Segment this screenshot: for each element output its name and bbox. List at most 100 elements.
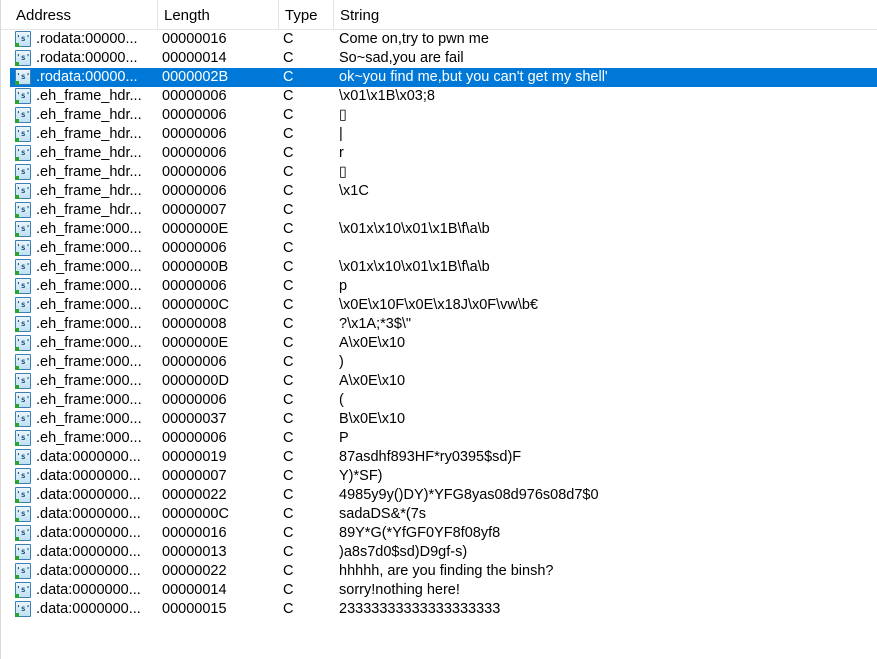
cell-address: .eh_frame_hdr... bbox=[36, 88, 142, 104]
cell-length: 0000000C bbox=[162, 297, 229, 313]
table-row[interactable]: .eh_frame_hdr... 00000006 Cr bbox=[1, 144, 877, 163]
string-literal-icon bbox=[15, 31, 31, 47]
cell-address: .rodata:00000... bbox=[36, 50, 138, 66]
string-literal-icon-glyph bbox=[15, 354, 31, 370]
cell-type: C bbox=[283, 31, 294, 47]
cell-string: 23333333333333333333 bbox=[339, 601, 501, 617]
table-row[interactable]: .eh_frame:000... 00000037 C B\x0E\x10 bbox=[1, 410, 877, 429]
string-literal-icon-glyph bbox=[15, 544, 31, 560]
cell-type: C bbox=[283, 107, 294, 123]
cell-string: \x01\x1B\x03;8 bbox=[339, 88, 435, 104]
cell-type: C bbox=[283, 183, 294, 199]
cell-length: 00000013 bbox=[162, 544, 227, 560]
string-literal-icon bbox=[15, 164, 31, 180]
cell-address: .rodata:00000... bbox=[36, 31, 138, 47]
string-literal-icon-glyph bbox=[15, 107, 31, 123]
string-literal-icon-glyph bbox=[15, 316, 31, 332]
table-row[interactable]: .eh_frame_hdr... 00000006 C | bbox=[1, 125, 877, 144]
cell-address: .eh_frame:000... bbox=[36, 354, 142, 370]
cell-address: .eh_frame:000... bbox=[36, 373, 142, 389]
table-row[interactable]: .data:0000000... 00000016 C 89Y*G(*YfGF0YF8… bbox=[1, 524, 877, 543]
string-literal-icon bbox=[15, 297, 31, 313]
cell-type: C bbox=[283, 411, 294, 427]
table-row[interactable]: .rodata:00000... 00000016 C Come on,try to … bbox=[1, 30, 877, 49]
table-row[interactable]: .eh_frame_hdr... 00000006 C ▯ bbox=[1, 106, 877, 125]
cell-address: .eh_frame:000... bbox=[36, 278, 142, 294]
table-row[interactable]: .eh_frame:000... 0000000E C A\x0E\x10 bbox=[1, 334, 877, 353]
string-literal-icon-glyph bbox=[15, 202, 31, 218]
cell-address: .eh_frame:000... bbox=[36, 392, 142, 408]
cell-length: 00000006 bbox=[162, 88, 227, 104]
cell-type: C bbox=[283, 601, 294, 617]
cell-string: sadaDS&*(7s bbox=[339, 506, 427, 522]
cell-type: C bbox=[283, 88, 294, 104]
string-literal-icon bbox=[15, 50, 31, 66]
cell-string: r bbox=[339, 145, 344, 161]
cell-string: | bbox=[339, 126, 343, 142]
strings-table: Address Length Type String .rodata:00000… bbox=[0, 0, 877, 659]
cell-length: 0000000B bbox=[162, 259, 229, 275]
string-literal-icon-glyph bbox=[15, 240, 31, 256]
string-literal-icon bbox=[15, 126, 31, 142]
column-header-address[interactable]: Address bbox=[10, 0, 158, 30]
cell-address: .eh_frame_hdr... bbox=[36, 183, 142, 199]
table-row[interactable]: .data:0000000... 00000022 C 4985y9y()DY)*YF… bbox=[1, 486, 877, 505]
cell-length: 0000000E bbox=[162, 221, 229, 237]
cell-type: C bbox=[283, 278, 294, 294]
string-literal-icon-glyph bbox=[15, 525, 31, 541]
cell-length: 0000000E bbox=[162, 335, 229, 351]
table-row[interactable]: .rodata:00000... 0000002B Cok~you find me,… bbox=[1, 68, 877, 87]
string-literal-icon-glyph bbox=[15, 297, 31, 313]
string-literal-icon bbox=[15, 88, 31, 104]
table-row[interactable]: .eh_frame:000... 0000000E C \x01x\x10\x01\x… bbox=[1, 220, 877, 239]
table-row[interactable]: .eh_frame_hdr... 00000006 C \x01\x1B\x03;8 bbox=[1, 87, 877, 106]
table-row[interactable]: .eh_frame_hdr... 00000006 C ▯ bbox=[1, 163, 877, 182]
string-literal-icon-glyph bbox=[15, 50, 31, 66]
string-literal-icon bbox=[15, 601, 31, 617]
cell-length: 00000037 bbox=[162, 411, 227, 427]
string-literal-icon bbox=[15, 259, 31, 275]
string-literal-icon bbox=[15, 145, 31, 161]
table-row[interactable]: .eh_frame:000... 00000006 C bbox=[1, 239, 877, 258]
table-row[interactable]: .eh_frame:000... 0000000D C A\x0E\x10 bbox=[1, 372, 877, 391]
cell-length: 00000016 bbox=[162, 525, 227, 541]
table-row[interactable]: .eh_frame:000... 00000006 Cp bbox=[1, 277, 877, 296]
table-row[interactable]: .eh_frame:000... 00000006 C) bbox=[1, 353, 877, 372]
string-literal-icon bbox=[15, 278, 31, 294]
cell-length: 0000000D bbox=[162, 373, 229, 389]
table-row[interactable]: .eh_frame:000... 00000008 C ?\x1A;*3$\" bbox=[1, 315, 877, 334]
cell-type: C bbox=[283, 544, 294, 560]
cell-address: .eh_frame:000... bbox=[36, 411, 142, 427]
cell-string: ?\x1A;*3$\" bbox=[339, 316, 412, 332]
cell-length: 00000022 bbox=[162, 487, 227, 503]
cell-string: A\x0E\x10 bbox=[339, 335, 406, 351]
cell-address: .data:0000000... bbox=[36, 544, 141, 560]
table-row[interactable]: .eh_frame:000... 0000000C C \x0E\x10F\x0E\x… bbox=[1, 296, 877, 315]
table-row[interactable]: .eh_frame:000... 0000000B C \x01x\x10\x01\x… bbox=[1, 258, 877, 277]
table-row[interactable]: .eh_frame:000... 00000006 C P bbox=[1, 429, 877, 448]
cell-address: .eh_frame:000... bbox=[36, 297, 142, 313]
table-row[interactable]: .eh_frame_hdr... 00000006 C \x1C bbox=[1, 182, 877, 201]
table-row[interactable]: .data:0000000... 00000014 Csorry!nothing h… bbox=[1, 581, 877, 600]
column-header-length[interactable]: Length bbox=[158, 0, 279, 30]
table-row[interactable]: .data:0000000... 00000013 C)a8s7d0$sd)D9gf… bbox=[1, 543, 877, 562]
cell-address: .data:0000000... bbox=[36, 449, 141, 465]
string-literal-icon-glyph bbox=[15, 31, 31, 47]
column-header-string[interactable]: String bbox=[334, 0, 877, 30]
table-row[interactable]: .data:0000000... 00000015 C 233333333333333… bbox=[1, 600, 877, 619]
cell-string: ok~you find me,but you can't get my shel… bbox=[339, 69, 608, 85]
table-row[interactable]: .rodata:00000... 00000014 C So~sad,you are … bbox=[1, 49, 877, 68]
cell-length: 00000014 bbox=[162, 582, 227, 598]
cell-address: .eh_frame:000... bbox=[36, 221, 142, 237]
table-row[interactable]: .data:0000000... 0000000C CsadaDS&*(7s bbox=[1, 505, 877, 524]
column-header-type[interactable]: Type bbox=[279, 0, 334, 30]
cell-type: C bbox=[283, 373, 294, 389]
table-row[interactable]: .eh_frame:000... 00000006 C ( bbox=[1, 391, 877, 410]
cell-string: hhhhh, are you finding the binsh? bbox=[339, 563, 554, 579]
table-row[interactable]: .data:0000000... 00000022 Chhhhh, are you … bbox=[1, 562, 877, 581]
string-literal-icon-glyph bbox=[15, 601, 31, 617]
cell-string: p bbox=[339, 278, 348, 294]
table-row[interactable]: .eh_frame_hdr... 00000007 C bbox=[1, 201, 877, 220]
table-row[interactable]: .data:0000000... 00000007 C Y)*SF) bbox=[1, 467, 877, 486]
table-row[interactable]: .data:0000000... 00000019 C 87asdhf893HF*ry… bbox=[1, 448, 877, 467]
